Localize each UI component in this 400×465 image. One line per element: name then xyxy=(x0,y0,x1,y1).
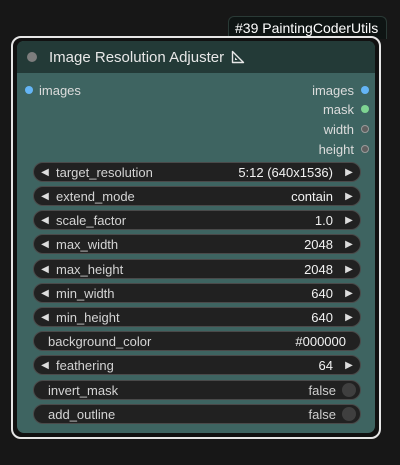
node-body: Image Resolution Adjuster images images … xyxy=(17,41,375,433)
image-resolution-adjuster-node[interactable]: Image Resolution Adjuster images images … xyxy=(11,36,381,439)
output-slot-width[interactable]: width xyxy=(324,119,369,139)
widget-value: contain xyxy=(291,188,333,204)
toggle-switch-icon[interactable] xyxy=(342,407,356,421)
widget-feathering[interactable]: ◀ feathering 64 ▶ xyxy=(33,355,361,375)
int-output-socket-icon[interactable] xyxy=(361,125,369,133)
increment-arrow-icon[interactable]: ▶ xyxy=(341,312,357,323)
increment-arrow-icon[interactable]: ▶ xyxy=(341,215,357,226)
widget-label: scale_factor xyxy=(56,212,127,228)
widget-value: #000000 xyxy=(295,333,346,349)
output-slot-label: mask xyxy=(322,101,354,117)
widget-label: feathering xyxy=(56,357,114,373)
decrement-arrow-icon[interactable]: ◀ xyxy=(37,264,53,275)
widget-value: 1.0 xyxy=(314,212,333,228)
widget-label: add_outline xyxy=(48,406,116,422)
output-slot-label: images xyxy=(312,82,354,98)
decrement-arrow-icon[interactable]: ◀ xyxy=(37,167,53,178)
decrement-arrow-icon[interactable]: ◀ xyxy=(37,239,53,250)
output-slot-label: width xyxy=(323,121,354,137)
decrement-arrow-icon[interactable]: ◀ xyxy=(37,215,53,226)
widget-label: target_resolution xyxy=(56,164,153,180)
widget-label: background_color xyxy=(48,333,152,349)
widget-add-outline[interactable]: add_outline false xyxy=(33,404,361,424)
widget-label: invert_mask xyxy=(48,382,119,398)
widget-max-height[interactable]: ◀ max_height 2048 ▶ xyxy=(33,259,361,279)
increment-arrow-icon[interactable]: ▶ xyxy=(341,264,357,275)
int-output-socket-icon[interactable] xyxy=(361,145,369,153)
widget-value: 64 xyxy=(318,357,333,373)
widget-label: max_width xyxy=(56,236,119,252)
widget-label: min_height xyxy=(56,309,120,325)
output-slot-mask[interactable]: mask xyxy=(323,99,369,119)
input-slot-label: images xyxy=(39,82,81,98)
widget-background-color[interactable]: background_color #000000 xyxy=(33,331,361,351)
image-input-socket-icon[interactable] xyxy=(25,86,33,94)
node-title-bar[interactable]: Image Resolution Adjuster xyxy=(17,41,375,73)
decrement-arrow-icon[interactable]: ◀ xyxy=(37,360,53,371)
widget-value: 640 xyxy=(311,309,333,325)
ruler-triangle-icon xyxy=(231,50,245,64)
decrement-arrow-icon[interactable]: ◀ xyxy=(37,288,53,299)
increment-arrow-icon[interactable]: ▶ xyxy=(341,239,357,250)
widget-value: 640 xyxy=(311,285,333,301)
widget-value: 2048 xyxy=(304,261,333,277)
increment-arrow-icon[interactable]: ▶ xyxy=(341,167,357,178)
increment-arrow-icon[interactable]: ▶ xyxy=(341,288,357,299)
input-slot-images[interactable]: images xyxy=(25,80,81,100)
mask-output-socket-icon[interactable] xyxy=(361,105,369,113)
widget-scale-factor[interactable]: ◀ scale_factor 1.0 ▶ xyxy=(33,210,361,230)
widget-value: 2048 xyxy=(304,236,333,252)
widget-target-resolution[interactable]: ◀ target_resolution 5:12 (640x1536) ▶ xyxy=(33,162,361,182)
widget-label: extend_mode xyxy=(56,188,135,204)
widget-max-width[interactable]: ◀ max_width 2048 ▶ xyxy=(33,234,361,254)
node-title: Image Resolution Adjuster xyxy=(49,48,225,66)
collapse-toggle-icon[interactable] xyxy=(27,52,37,62)
node-canvas: #39 PaintingCoderUtils Image Resolution … xyxy=(0,0,400,465)
widget-min-height[interactable]: ◀ min_height 640 ▶ xyxy=(33,307,361,327)
widget-min-width[interactable]: ◀ min_width 640 ▶ xyxy=(33,283,361,303)
increment-arrow-icon[interactable]: ▶ xyxy=(341,360,357,371)
widget-invert-mask[interactable]: invert_mask false xyxy=(33,380,361,400)
widget-value: false xyxy=(308,382,336,398)
output-slot-images[interactable]: images xyxy=(312,80,369,100)
output-slot-label: height xyxy=(318,141,354,157)
widget-value: 5:12 (640x1536) xyxy=(238,164,333,180)
decrement-arrow-icon[interactable]: ◀ xyxy=(37,312,53,323)
widget-value: false xyxy=(308,406,336,422)
toggle-switch-icon[interactable] xyxy=(342,383,356,397)
decrement-arrow-icon[interactable]: ◀ xyxy=(37,191,53,202)
output-slot-height[interactable]: height xyxy=(319,139,369,159)
image-output-socket-icon[interactable] xyxy=(361,86,369,94)
increment-arrow-icon[interactable]: ▶ xyxy=(341,191,357,202)
widget-label: max_height xyxy=(56,261,124,277)
widget-extend-mode[interactable]: ◀ extend_mode contain ▶ xyxy=(33,186,361,206)
widget-label: min_width xyxy=(56,285,115,301)
